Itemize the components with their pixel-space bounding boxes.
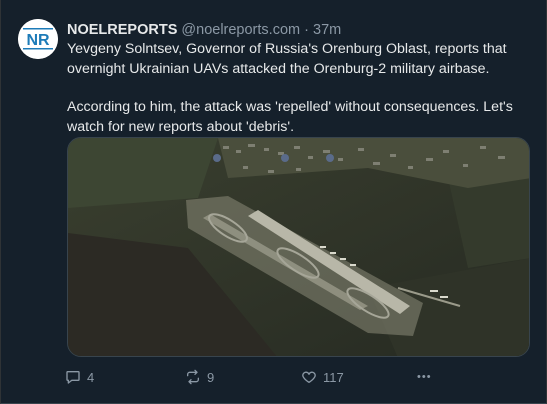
- author-handle[interactable]: @noelreports.com: [181, 22, 300, 38]
- post-text: Yevgeny Solntsev, Governor of Russia's O…: [67, 40, 537, 137]
- noelreports-logo-icon: NR: [18, 19, 58, 59]
- location-pin-icon: [281, 154, 289, 162]
- location-pin-icon: [326, 154, 334, 162]
- post-paragraph-2: According to him, the attack was 'repell…: [67, 99, 513, 135]
- post-timestamp[interactable]: 37m: [313, 22, 341, 38]
- repost-button[interactable]: 9: [185, 367, 214, 387]
- post-actions: 4 9 117 •••: [65, 367, 445, 387]
- author-name[interactable]: NOELREPORTS: [67, 22, 177, 38]
- repost-count: 9: [207, 369, 215, 385]
- post-paragraph-1: Yevgeny Solntsev, Governor of Russia's O…: [67, 41, 507, 77]
- avatar-text: NR: [26, 32, 50, 49]
- more-options-button[interactable]: •••: [417, 367, 432, 387]
- more-dots-icon: •••: [417, 371, 432, 383]
- post-card[interactable]: NR NOELREPORTS @noelreports.com · 37m Ye…: [0, 0, 547, 404]
- post-image-satellite-airbase[interactable]: [67, 137, 530, 357]
- like-button[interactable]: 117: [301, 367, 344, 387]
- repost-arrows-icon: [187, 369, 199, 385]
- header-separator: ·: [304, 22, 309, 38]
- reply-count: 4: [87, 369, 95, 385]
- heart-icon: [302, 371, 316, 383]
- avatar[interactable]: NR: [18, 19, 58, 59]
- post-header: NOELREPORTS @noelreports.com · 37m: [67, 21, 532, 39]
- satellite-image: [68, 138, 529, 356]
- like-count: 117: [323, 369, 344, 385]
- location-pin-icon: [213, 154, 221, 162]
- chat-bubble-icon: [66, 371, 80, 384]
- reply-button[interactable]: 4: [65, 367, 94, 387]
